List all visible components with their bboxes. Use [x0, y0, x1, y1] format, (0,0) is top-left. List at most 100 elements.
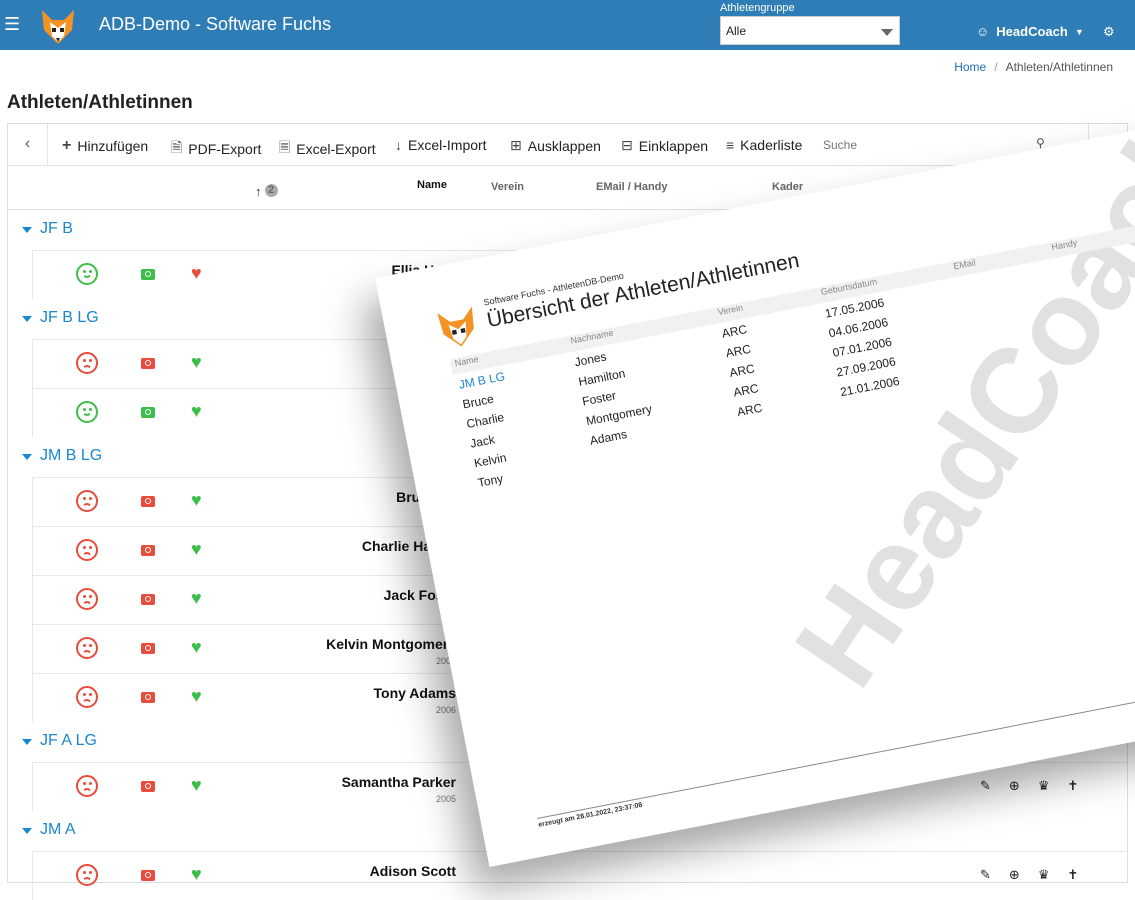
column-email[interactable]: EMail / Handy — [596, 181, 668, 193]
fox-logo — [42, 10, 74, 44]
excel-icon: 🗏 — [279, 139, 291, 155]
camera-icon[interactable] — [141, 594, 155, 605]
pdf-nachname: Hamilton — [577, 366, 627, 389]
camera-icon[interactable] — [141, 870, 155, 881]
expand-button[interactable]: ⊞ Ausklappen — [510, 137, 601, 154]
pdf-nachname: Adams — [588, 426, 629, 448]
collapse-button[interactable]: ⊟ Einklappen — [621, 137, 708, 154]
athlete-name: Tony Adams — [373, 685, 456, 701]
pdf-verein: ARC — [720, 322, 749, 341]
pdf-nachname: Jones — [573, 349, 608, 370]
frown-icon[interactable] — [76, 686, 98, 708]
frown-icon[interactable] — [76, 637, 98, 659]
arrow-down-icon: ↓ — [395, 137, 402, 153]
pdf-vorname: Bruce — [461, 391, 495, 412]
column-name[interactable]: Name — [417, 179, 447, 191]
group-name: JF A LG — [40, 732, 97, 749]
plus-circle-icon[interactable]: ⊕ — [1009, 778, 1020, 794]
toolbar: ‹ + Hinzufügen 🗎 PDF-Export 🗏 Excel-Export … — [8, 124, 1127, 166]
camera-icon[interactable] — [141, 781, 155, 792]
heartbeat-icon[interactable]: ♥ — [191, 775, 202, 795]
excel-export-label: Excel-Export — [296, 141, 376, 157]
frown-icon[interactable] — [76, 352, 98, 374]
athlete-group-select[interactable]: Alle — [720, 16, 900, 45]
caret-down-icon: ▼ — [1074, 26, 1084, 37]
chevron-down-icon — [881, 29, 893, 36]
edit-icon[interactable]: ✎ — [980, 778, 991, 794]
frown-icon[interactable] — [76, 588, 98, 610]
row-actions: ✎ ⊕ ♛ ✝ — [980, 867, 1078, 883]
pdf-vorname: Kelvin — [472, 450, 508, 471]
hamburger-icon[interactable]: ☰ — [4, 14, 20, 34]
athlete-group-value: Alle — [726, 24, 747, 38]
pdf-geburtsdatum: 21.01.2006 — [839, 373, 901, 400]
fox-logo — [437, 306, 474, 347]
smile-icon[interactable] — [76, 401, 98, 423]
caret-down-icon[interactable] — [22, 454, 32, 460]
sort-badge: 2 — [264, 184, 278, 197]
collapse-label: Einklappen — [638, 137, 709, 154]
scroll-left-button[interactable]: ‹ — [8, 124, 48, 166]
athlete-year: 2006 — [435, 705, 456, 715]
person-icon[interactable]: ✝ — [1067, 778, 1078, 794]
trophy-icon[interactable]: ♛ — [1038, 867, 1050, 883]
kaderliste-button[interactable]: ≡ Kaderliste — [726, 137, 802, 153]
edit-icon[interactable]: ✎ — [980, 867, 991, 883]
pdf-nachname: Foster — [581, 388, 618, 409]
pdf-vorname: Charlie — [465, 410, 506, 432]
frown-icon[interactable] — [76, 490, 98, 512]
user-menu[interactable]: ☺ HeadCoach ▼ — [976, 24, 1084, 39]
camera-icon[interactable] — [141, 496, 155, 507]
heartbeat-icon[interactable]: ♥ — [191, 490, 202, 510]
person-icon[interactable]: ✝ — [1067, 867, 1078, 883]
caret-down-icon[interactable] — [22, 828, 32, 834]
frown-icon[interactable] — [76, 864, 98, 886]
pdf-verein: ARC — [728, 361, 756, 380]
pdf-export-button[interactable]: 🗎 PDF-Export — [171, 137, 261, 161]
column-kader[interactable]: Kader — [772, 181, 803, 193]
heartbeat-icon[interactable]: ♥ — [191, 539, 202, 559]
breadcrumb-separator: / — [994, 60, 998, 74]
camera-icon[interactable] — [141, 407, 155, 418]
heartbeat-icon[interactable]: ♥ — [191, 864, 202, 884]
heartbeat-icon[interactable]: ♥ — [191, 637, 202, 657]
app-title: ADB-Demo - Software Fuchs — [99, 14, 332, 34]
caret-down-icon[interactable] — [22, 227, 32, 233]
caret-down-icon[interactable] — [22, 316, 32, 322]
heartbeat-icon[interactable]: ♥ — [191, 352, 202, 372]
breadcrumb-current: Athleten/Athletinnen — [1005, 60, 1113, 74]
excel-export-button[interactable]: 🗏 Excel-Export — [279, 137, 376, 161]
heartbeat-icon[interactable]: ♥ — [191, 263, 202, 283]
heartbeat-icon[interactable]: ♥ — [191, 401, 202, 421]
pdf-icon: 🗎 — [171, 139, 183, 155]
heartbeat-icon[interactable]: ♥ — [191, 588, 202, 608]
trophy-icon[interactable]: ♛ — [1038, 778, 1050, 794]
frown-icon[interactable] — [76, 539, 98, 561]
add-label: Hinzufügen — [77, 138, 149, 154]
pdf-vorname: Jack — [469, 432, 496, 451]
plus-icon: + — [62, 137, 72, 154]
user-name: HeadCoach — [996, 24, 1068, 39]
camera-icon[interactable] — [141, 269, 155, 280]
camera-icon[interactable] — [141, 692, 155, 703]
heartbeat-icon[interactable]: ♥ — [191, 686, 202, 706]
gear-icon[interactable]: ⚙ — [1103, 24, 1115, 40]
breadcrumb-home[interactable]: Home — [954, 60, 986, 74]
camera-icon[interactable] — [141, 358, 155, 369]
caret-down-icon[interactable] — [22, 739, 32, 745]
excel-import-label: Excel-Import — [408, 137, 487, 153]
add-button[interactable]: + Hinzufügen — [62, 137, 148, 155]
sort-indicator[interactable]: ↑ 2 — [255, 184, 278, 199]
collapse-icon: ⊟ — [621, 137, 633, 153]
smile-icon[interactable] — [76, 263, 98, 285]
camera-icon[interactable] — [141, 545, 155, 556]
column-verein[interactable]: Verein — [491, 181, 524, 193]
plus-circle-icon[interactable]: ⊕ — [1009, 867, 1020, 883]
camera-icon[interactable] — [141, 643, 155, 654]
pdf-verein: ARC — [724, 341, 753, 361]
athlete-row[interactable]: ♥ Adison Scott ✎ ⊕ ♛ ✝ — [32, 851, 1128, 900]
athlete-group-label: Athletengruppe — [720, 2, 795, 14]
breadcrumb: Home / Athleten/Athletinnen — [954, 60, 1113, 74]
frown-icon[interactable] — [76, 775, 98, 797]
excel-import-button[interactable]: ↓ Excel-Import — [395, 137, 487, 153]
